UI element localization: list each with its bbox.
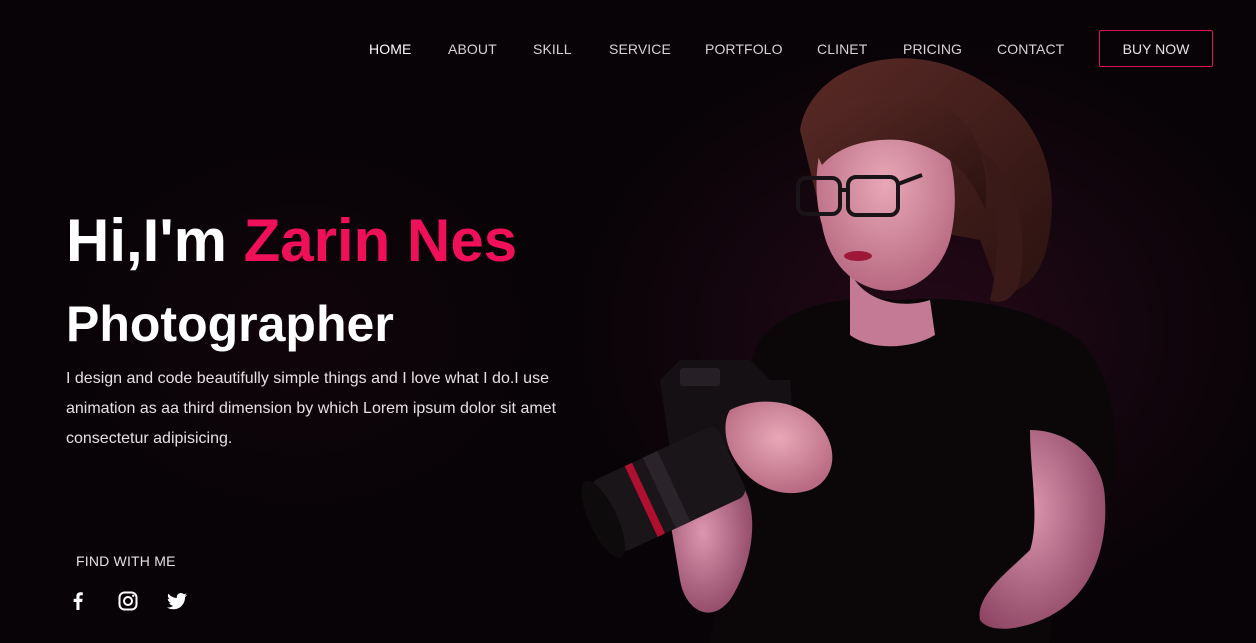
- hero-role: Photographer: [66, 296, 394, 352]
- instagram-icon[interactable]: [116, 589, 140, 613]
- nav-item-home[interactable]: HOME: [369, 41, 411, 57]
- facebook-icon[interactable]: [66, 589, 90, 613]
- hero-description-line: I design and code beautifully simple thi…: [66, 370, 549, 387]
- hero-heading: Hi,I'm Zarin Nes: [66, 207, 517, 275]
- photographer-image: [560, 50, 1160, 643]
- twitter-icon[interactable]: [165, 589, 189, 613]
- find-with-me-heading: FIND WITH ME: [76, 553, 176, 569]
- hero-greeting: Hi,I'm: [66, 207, 227, 274]
- hero-name: Zarin Nes: [243, 207, 518, 274]
- hero-description-line: consectetur adipisicing.: [66, 430, 233, 447]
- nav-item-about[interactable]: ABOUT: [448, 41, 497, 57]
- hero-description: I design and code beautifully simple thi…: [66, 364, 566, 454]
- hero-description-line: animation as aa third dimension by which…: [66, 400, 557, 417]
